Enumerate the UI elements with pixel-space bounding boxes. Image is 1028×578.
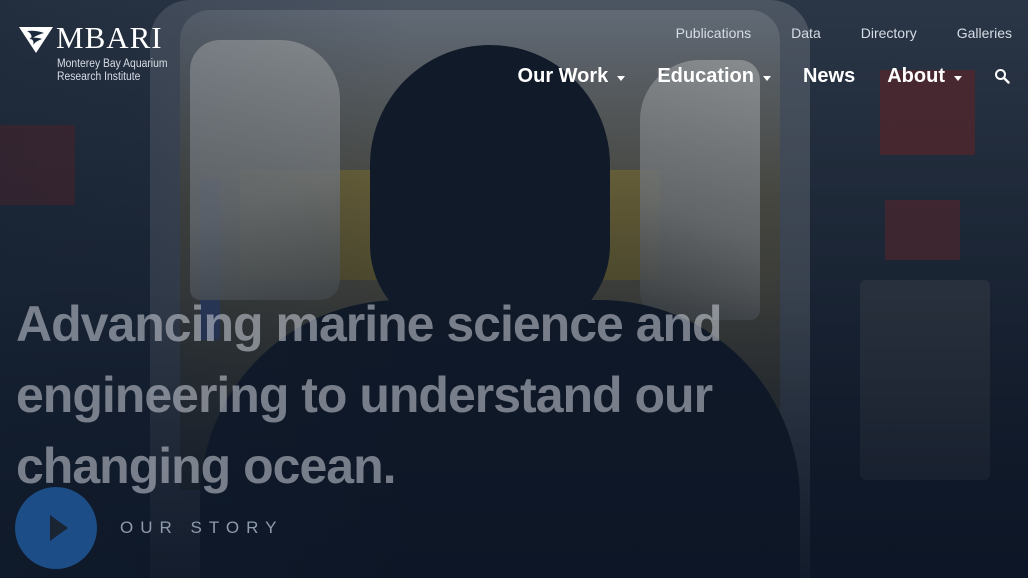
- our-story-label[interactable]: OUR STORY: [120, 518, 283, 538]
- util-link-directory[interactable]: Directory: [861, 25, 917, 41]
- nav-item-label: Education: [657, 65, 754, 87]
- nav-item-our-work[interactable]: Our Work: [518, 65, 626, 88]
- nav-item-label: About: [887, 65, 945, 87]
- util-link-galleries[interactable]: Galleries: [957, 25, 1012, 41]
- nav-item-label: Our Work: [517, 65, 609, 87]
- nav-item-news[interactable]: News: [803, 65, 855, 88]
- mbari-logo[interactable]: MBARI Monterey Bay Aquarium Research Ins…: [18, 20, 178, 86]
- logo-wordmark: MBARI: [56, 20, 163, 55]
- search-icon: [995, 68, 1010, 84]
- util-link-publications[interactable]: Publications: [676, 25, 752, 41]
- hero-headline: Advancing marine science and engineering…: [16, 289, 836, 502]
- nav-item-education[interactable]: Education: [657, 65, 771, 88]
- our-story-cta[interactable]: OUR STORY: [15, 487, 283, 569]
- logo-subtitle-line1: Monterey Bay Aquarium: [57, 58, 168, 70]
- logo-subtitle-line2: Research Institute: [57, 71, 141, 83]
- caret-down-icon: [762, 75, 771, 81]
- caret-down-icon: [954, 75, 962, 81]
- search-button[interactable]: [994, 68, 1012, 86]
- utility-nav: Publications Data Directory Galleries: [636, 25, 1012, 41]
- play-button[interactable]: [15, 487, 97, 569]
- nav-item-about[interactable]: About: [887, 65, 962, 88]
- headline-line-2: engineering to understand our: [16, 366, 713, 423]
- main-nav: Our Work Education News About: [486, 65, 1012, 88]
- headline-line-1: Advancing marine science and: [16, 295, 723, 352]
- caret-down-icon: [617, 75, 626, 81]
- nav-item-label: News: [802, 65, 856, 87]
- play-icon: [50, 515, 68, 541]
- mbari-logo-mark-icon: [19, 27, 53, 53]
- util-link-data[interactable]: Data: [791, 25, 821, 41]
